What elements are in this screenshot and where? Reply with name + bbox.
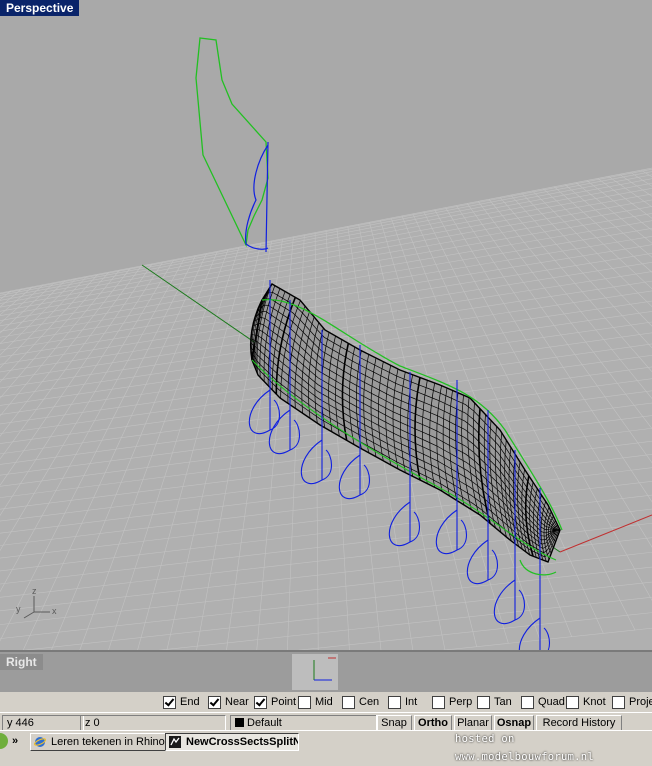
osnap-label: Quad bbox=[538, 696, 565, 708]
osnap-label: Knot bbox=[583, 696, 606, 708]
right-viewport[interactable]: Right bbox=[0, 650, 652, 692]
osnap-checkbox[interactable] bbox=[521, 695, 534, 709]
osnap-project[interactable]: Project bbox=[612, 695, 652, 709]
upper-profile-blue-curve bbox=[245, 141, 269, 253]
perspective-viewport[interactable]: z x y Perspective bbox=[0, 0, 652, 650]
task-button-browser[interactable]: Leren tekenen in Rhino, ... bbox=[30, 733, 166, 751]
y-coordinate: y 446 bbox=[2, 715, 84, 731]
osnap-checkbox[interactable] bbox=[388, 695, 401, 709]
taskbar-chevron[interactable]: » bbox=[12, 733, 18, 749]
osnap-button[interactable]: Osnap bbox=[494, 715, 534, 731]
layer-name: Default bbox=[247, 717, 282, 729]
gizmo-z-label: z bbox=[32, 586, 37, 596]
task-label: Leren tekenen in Rhino, ... bbox=[51, 736, 166, 748]
osnap-point[interactable]: Point bbox=[254, 695, 296, 709]
osnap-label: Project bbox=[629, 696, 652, 708]
scene-canvas[interactable]: z x y bbox=[0, 0, 652, 650]
ortho-button[interactable]: Ortho bbox=[414, 715, 452, 731]
z-coordinate: z 0 bbox=[80, 715, 226, 731]
osnap-checkbox[interactable] bbox=[298, 695, 311, 709]
osnap-quad[interactable]: Quad bbox=[521, 695, 565, 709]
record-history-button[interactable]: Record History bbox=[536, 715, 622, 731]
start-button-edge[interactable] bbox=[0, 733, 8, 749]
status-bar: y 446 z 0 Default Snap Ortho Planar Osna… bbox=[0, 712, 652, 731]
viewport-title[interactable]: Perspective bbox=[0, 0, 80, 16]
osnap-near[interactable]: Near bbox=[208, 695, 249, 709]
osnap-label: Perp bbox=[449, 696, 473, 708]
osnap-mid[interactable]: Mid bbox=[298, 695, 333, 709]
osnap-label: Int bbox=[405, 696, 418, 708]
task-label: NewCrossSectsSplitN... bbox=[186, 736, 299, 748]
layer-indicator[interactable]: Default bbox=[230, 715, 378, 731]
upper-profile-green-curve bbox=[195, 37, 269, 248]
osnap-cen[interactable]: Cen bbox=[342, 695, 379, 709]
planar-button[interactable]: Planar bbox=[454, 715, 492, 731]
right-viewport-preview bbox=[292, 654, 338, 690]
watermark: hosted on www.modelbouwforum.nl bbox=[455, 733, 595, 763]
osnap-tan[interactable]: Tan bbox=[477, 695, 512, 709]
osnap-end[interactable]: End bbox=[163, 695, 200, 709]
osnap-label: Mid bbox=[315, 696, 333, 708]
osnap-checkbox[interactable] bbox=[477, 695, 490, 709]
osnap-knot[interactable]: Knot bbox=[566, 695, 606, 709]
osnap-checkbox[interactable] bbox=[254, 695, 267, 709]
layer-color-swatch bbox=[235, 718, 244, 727]
right-viewport-title[interactable]: Right bbox=[0, 654, 43, 670]
internet-explorer-icon bbox=[34, 737, 46, 747]
osnap-label: Point bbox=[271, 696, 297, 708]
osnap-label: End bbox=[180, 696, 200, 708]
gizmo-y-label: y bbox=[16, 604, 21, 614]
osnap-label: Cen bbox=[359, 696, 380, 708]
gizmo-x-label: x bbox=[52, 606, 57, 616]
rhino-app-icon bbox=[169, 736, 181, 748]
task-button-rhino[interactable]: NewCrossSectsSplitN... bbox=[165, 733, 299, 751]
snap-button[interactable]: Snap bbox=[376, 715, 412, 731]
osnap-label: Tan bbox=[494, 696, 512, 708]
osnap-checkbox[interactable] bbox=[342, 695, 355, 709]
osnap-perp[interactable]: Perp bbox=[432, 695, 472, 709]
osnap-int[interactable]: Int bbox=[388, 695, 417, 709]
osnap-checkbox[interactable] bbox=[612, 695, 625, 709]
osnap-label: Near bbox=[225, 696, 249, 708]
osnap-checkbox[interactable] bbox=[163, 695, 176, 709]
osnap-bar: End Near Point Mid Cen Int Perp Tan Quad Knot Proj… bbox=[0, 692, 652, 712]
osnap-checkbox[interactable] bbox=[432, 695, 445, 709]
osnap-checkbox[interactable] bbox=[208, 695, 221, 709]
osnap-checkbox[interactable] bbox=[566, 695, 579, 709]
